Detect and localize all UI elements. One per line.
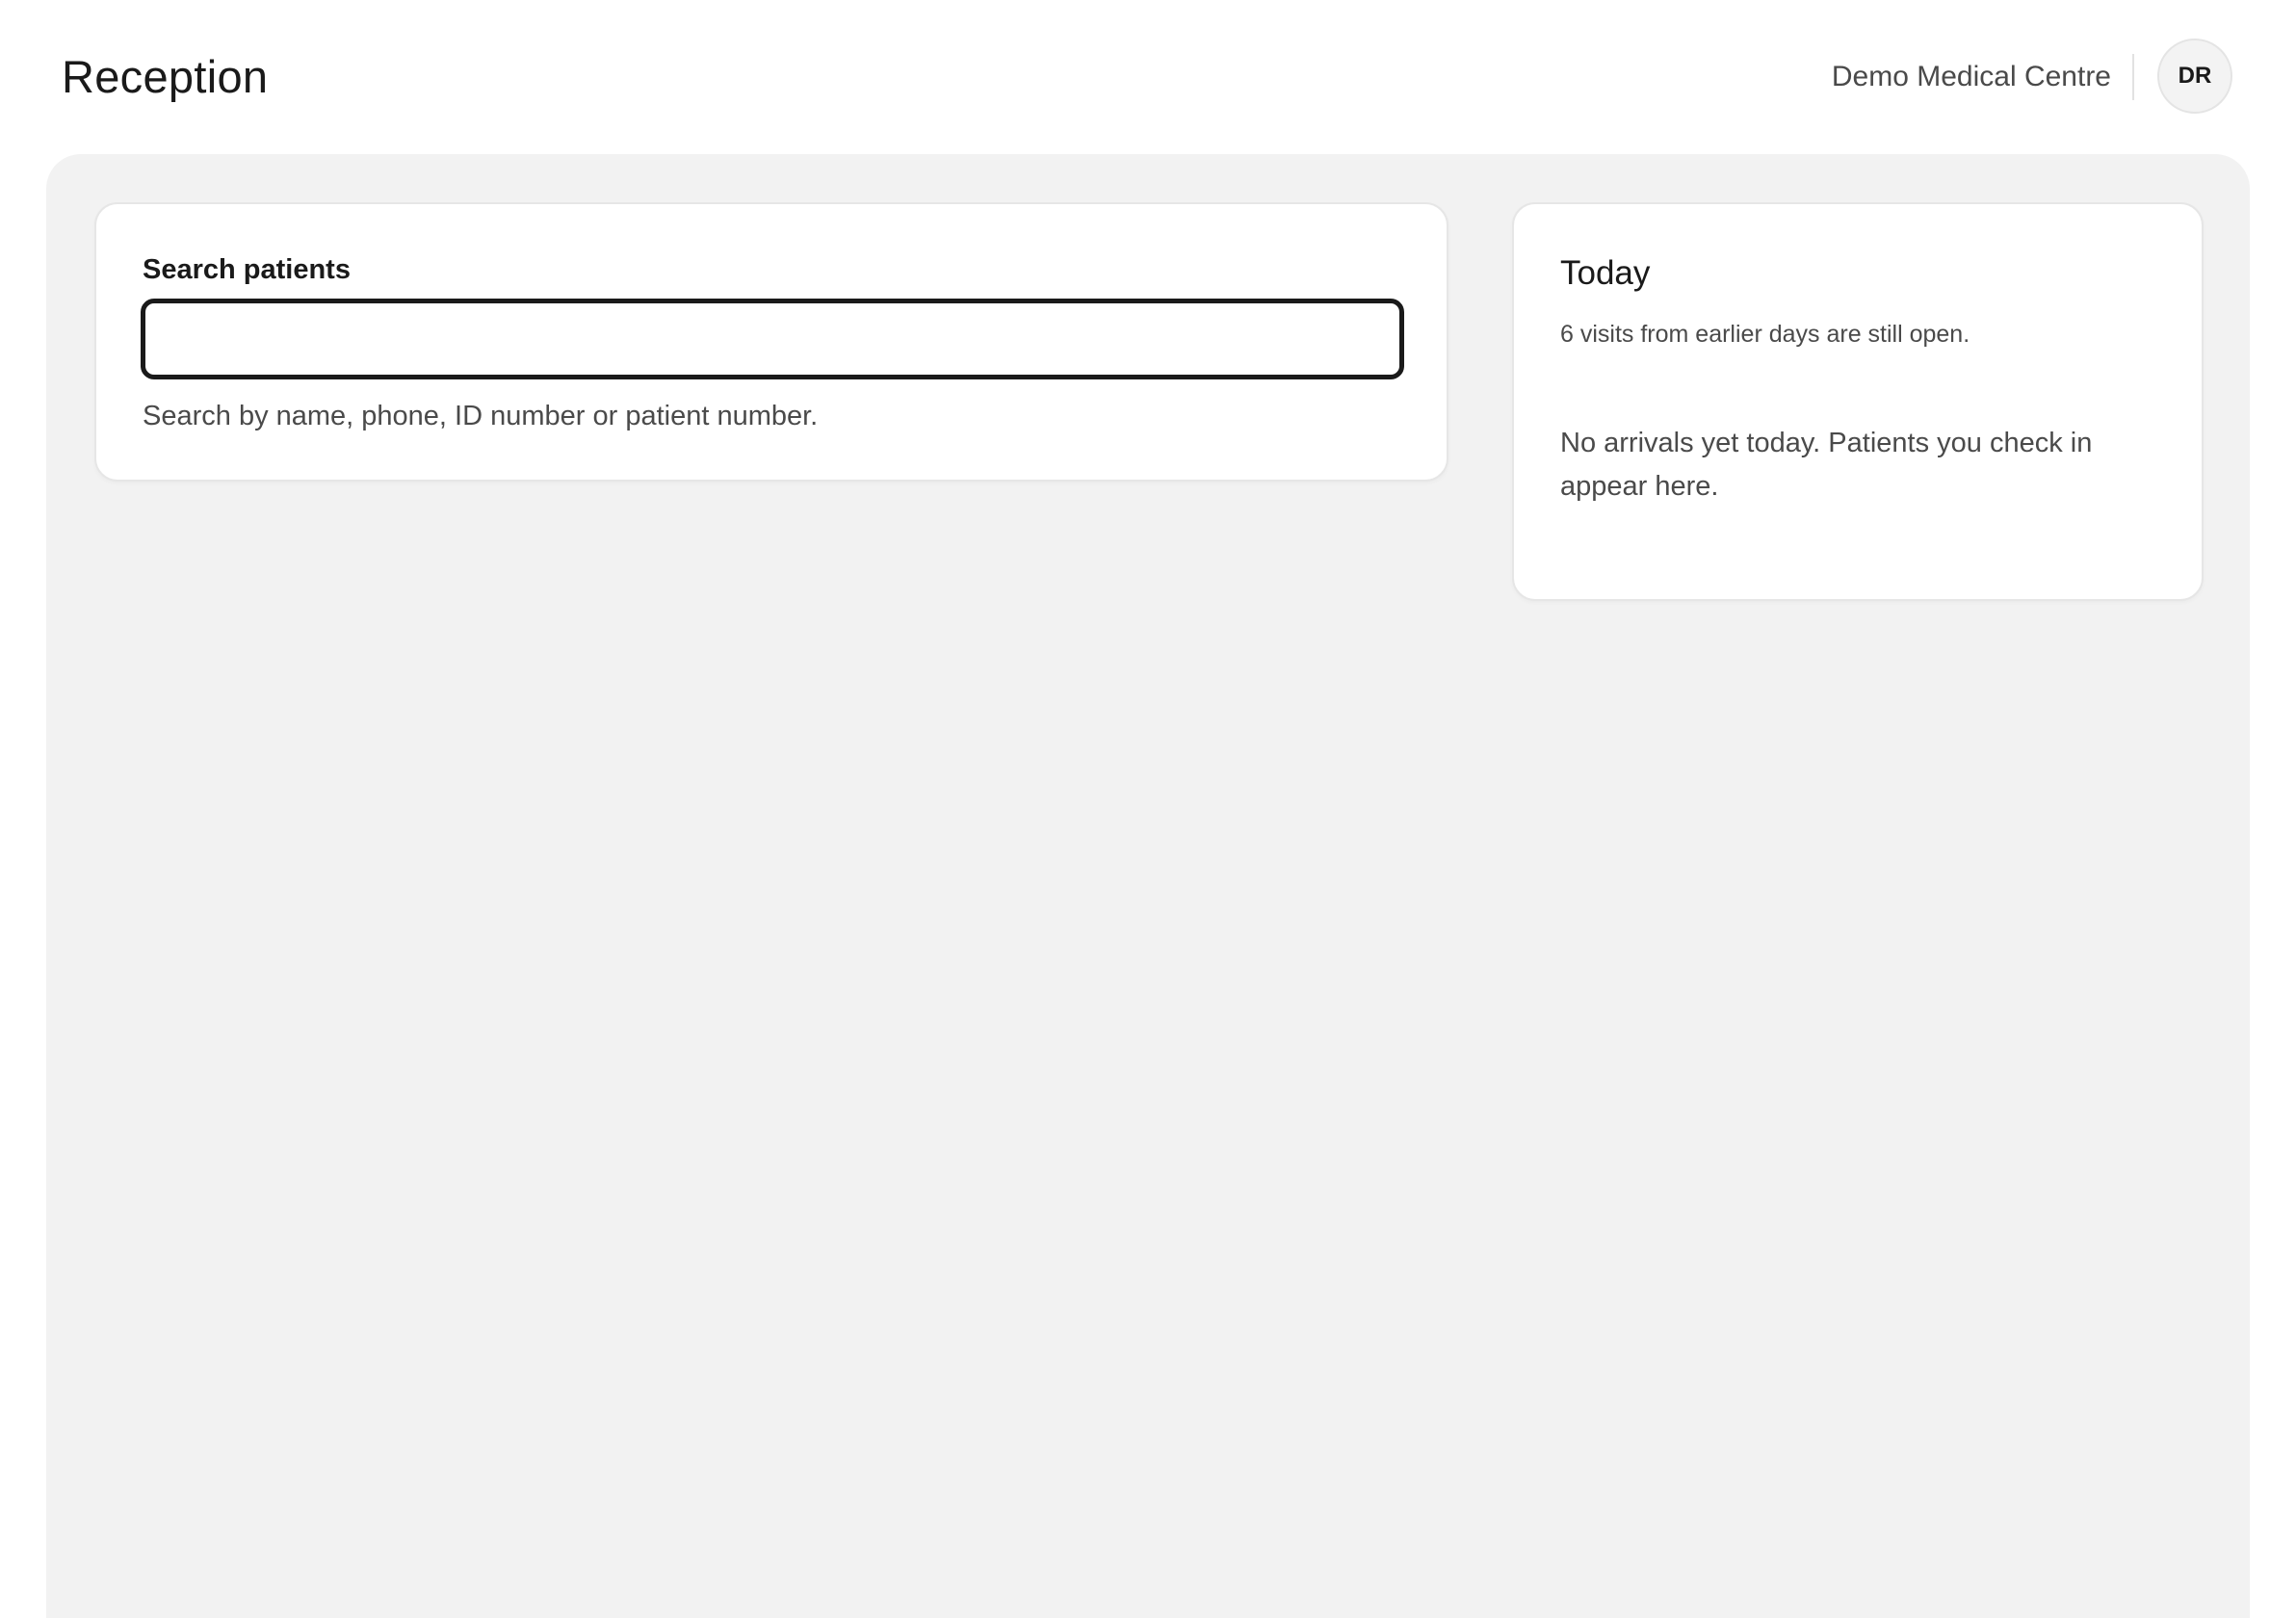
search-patients-card: Search patients Search by name, phone, I… [94,202,1448,482]
today-title: Today [1560,254,1651,292]
organization-name: Demo Medical Centre [1831,61,2111,92]
patient-search-input[interactable] [141,299,1404,379]
user-avatar-button[interactable]: DR [2157,39,2232,114]
today-card: Today 6 visits from earlier days are sti… [1512,202,2204,601]
page-title: Reception [62,51,269,102]
search-patients-label: Search patients [143,254,351,285]
open-visits-note: 6 visits from earlier days are still ope… [1560,321,1970,348]
header-divider [2132,54,2134,100]
top-bar: Reception Demo Medical Centre DR [0,0,2296,154]
search-hint-text: Search by name, phone, ID number or pati… [143,401,819,431]
no-arrivals-message: No arrivals yet today. Patients you chec… [1560,428,2093,502]
